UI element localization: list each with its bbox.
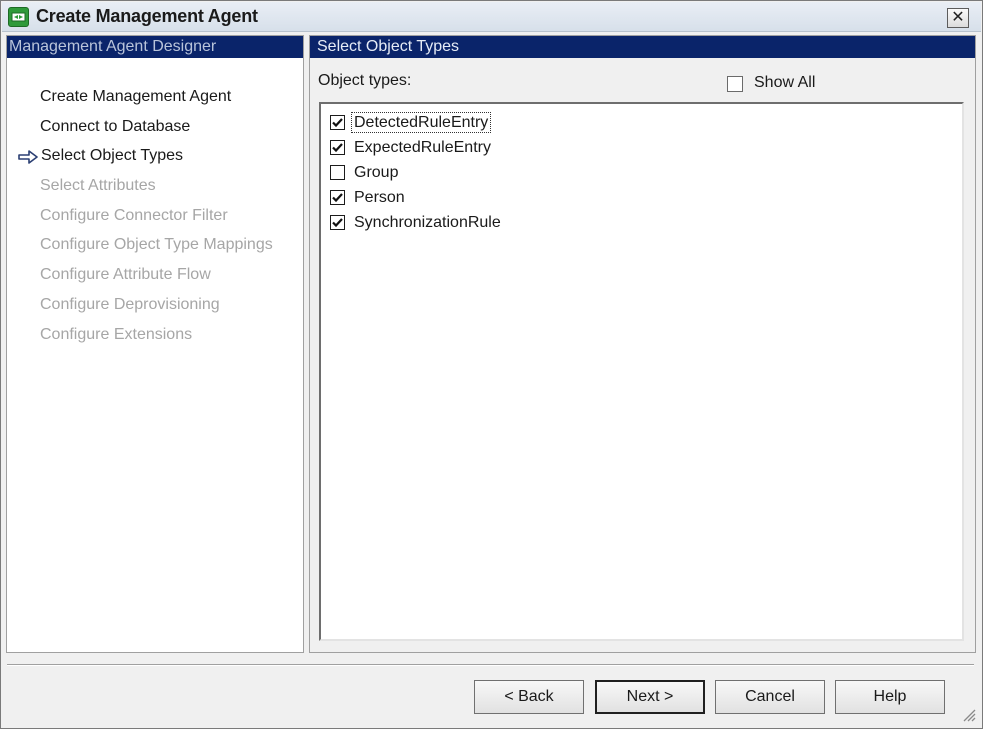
step-configure-extensions: Configure Extensions: [40, 326, 193, 343]
object-type-label[interactable]: SynchronizationRule: [352, 213, 503, 232]
object-types-list[interactable]: DetectedRuleEntry ExpectedRuleEntry Grou…: [319, 102, 964, 641]
object-type-checkbox[interactable]: [330, 115, 345, 130]
step-select-attributes: Select Attributes: [40, 177, 156, 194]
object-type-label[interactable]: Group: [352, 163, 400, 182]
designer-header: Management Agent Designer: [7, 36, 303, 58]
object-type-checkbox[interactable]: [330, 190, 345, 205]
cancel-button[interactable]: Cancel: [715, 680, 825, 714]
step-configure-attribute-flow: Configure Attribute Flow: [40, 266, 211, 283]
object-type-label[interactable]: ExpectedRuleEntry: [352, 138, 493, 157]
select-object-types-pane: Select Object Types Object types: Show A…: [309, 35, 976, 653]
step-select-object-types[interactable]: Select Object Types: [41, 147, 183, 165]
wizard-steps-pane: Management Agent Designer Create Managem…: [6, 35, 304, 653]
next-button[interactable]: Next >: [595, 680, 705, 714]
show-all-checkbox[interactable]: Show All: [727, 74, 815, 95]
management-agent-icon: [8, 7, 29, 27]
step-configure-deprovisioning: Configure Deprovisioning: [40, 296, 220, 313]
step-configure-object-type-mappings: Configure Object Type Mappings: [40, 236, 273, 253]
close-icon: ✕: [951, 9, 965, 26]
object-type-label[interactable]: DetectedRuleEntry: [350, 112, 492, 133]
object-type-checkbox[interactable]: [330, 215, 345, 230]
step-create-management-agent[interactable]: Create Management Agent: [40, 88, 231, 106]
object-type-checkbox[interactable]: [330, 165, 345, 180]
title-bar[interactable]: Create Management Agent ✕: [2, 2, 981, 32]
back-button[interactable]: < Back: [474, 680, 584, 714]
page-title: Select Object Types: [310, 36, 975, 58]
object-types-label: Object types:: [318, 72, 412, 89]
step-connect-to-database[interactable]: Connect to Database: [40, 118, 190, 136]
right-arrow-icon: [18, 150, 38, 164]
resize-grip-icon[interactable]: [960, 706, 976, 722]
button-separator: [7, 664, 974, 666]
checkmark-icon: [332, 193, 343, 203]
show-all-label[interactable]: Show All: [754, 74, 815, 92]
create-management-agent-dialog: Create Management Agent ✕ Management Age…: [0, 0, 983, 729]
object-type-label[interactable]: Person: [352, 188, 407, 207]
checkmark-icon: [332, 218, 343, 228]
checkmark-icon: [332, 118, 343, 128]
show-all-checkbox-box[interactable]: [727, 75, 743, 92]
window-title: Create Management Agent: [36, 6, 258, 26]
checkmark-icon: [332, 143, 343, 153]
object-type-checkbox[interactable]: [330, 140, 345, 155]
step-configure-connector-filter: Configure Connector Filter: [40, 207, 228, 224]
close-button[interactable]: ✕: [947, 8, 969, 28]
help-button[interactable]: Help: [835, 680, 945, 714]
